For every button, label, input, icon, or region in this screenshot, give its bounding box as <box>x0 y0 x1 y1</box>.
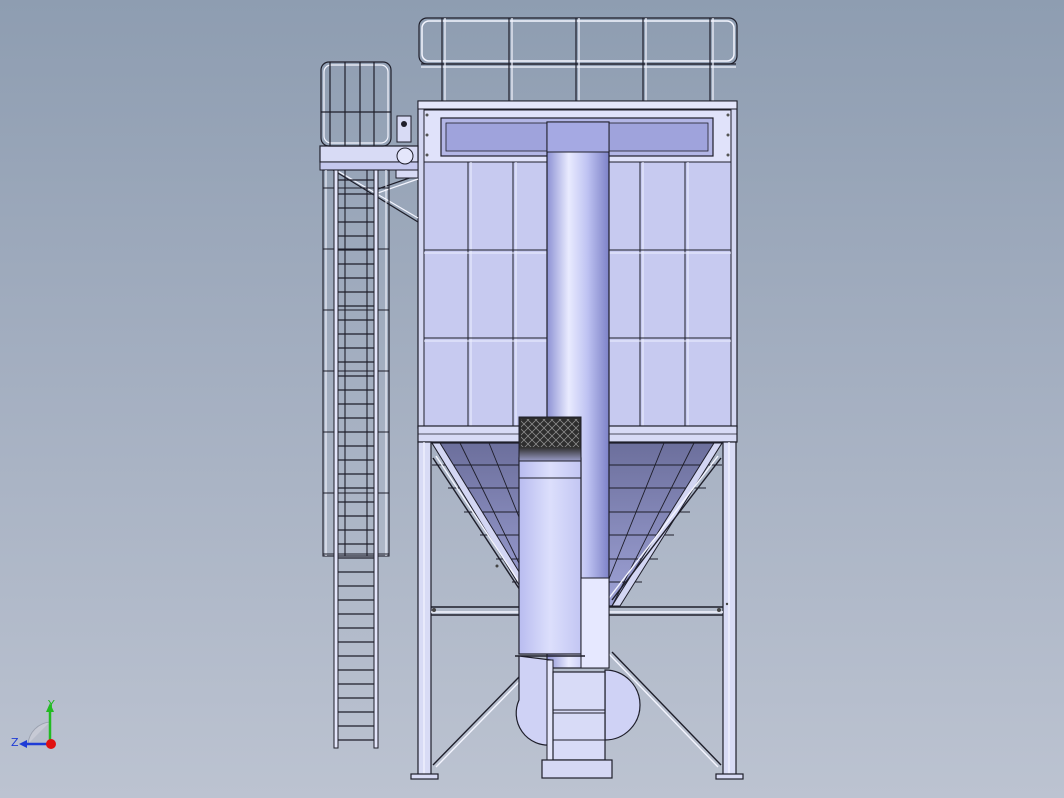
platform-guardrail[interactable] <box>320 61 392 147</box>
orientation-triad: Y Z <box>8 696 68 758</box>
top-guardrail[interactable] <box>418 17 738 102</box>
graphics-viewport[interactable]: Y Z <box>0 0 1064 798</box>
x-axis-dot <box>46 739 56 749</box>
y-axis-label: Y <box>47 698 55 711</box>
access-ladder[interactable] <box>333 169 379 749</box>
dust-collector-model[interactable] <box>0 0 1064 798</box>
mesh-screen <box>518 416 582 462</box>
fan-housing[interactable] <box>515 655 641 779</box>
ladder-cage[interactable] <box>322 169 390 557</box>
z-axis-label: Z <box>11 736 19 749</box>
